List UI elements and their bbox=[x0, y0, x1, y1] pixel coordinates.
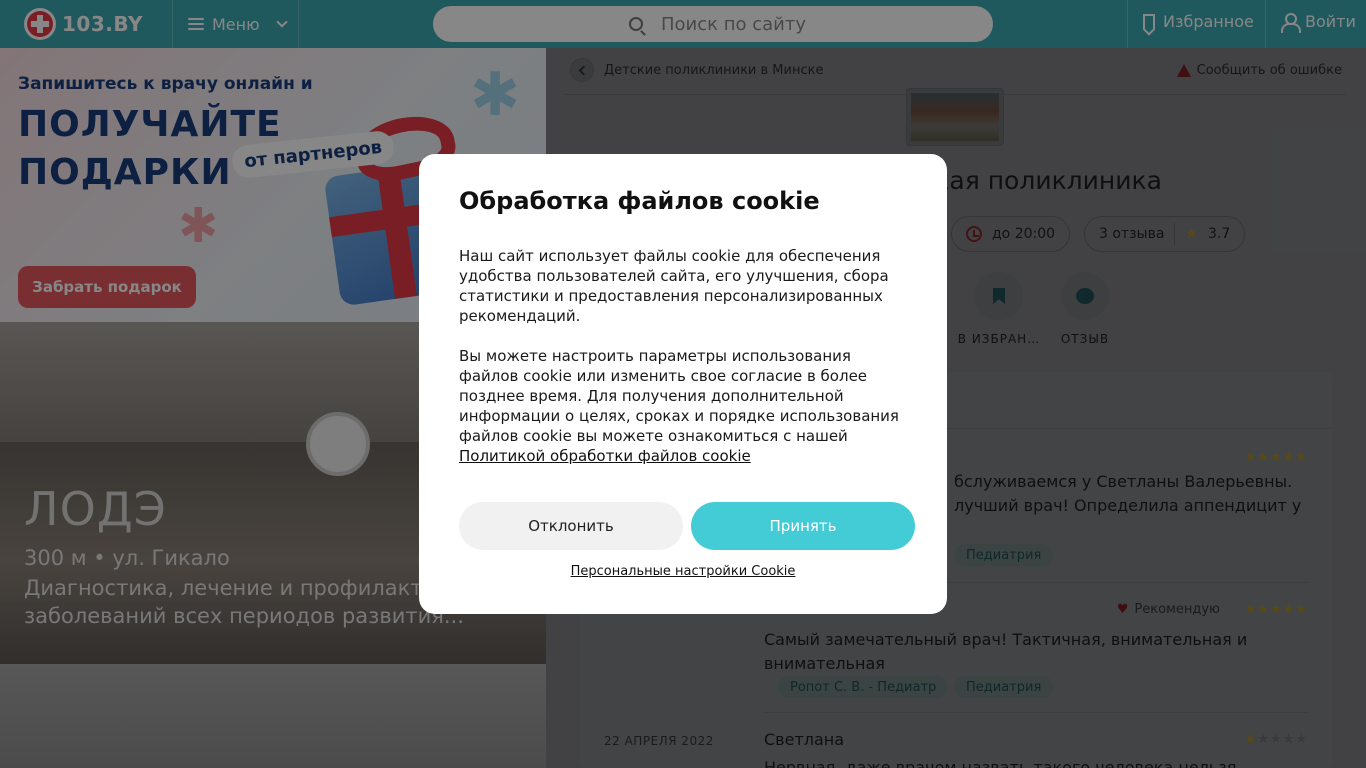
cookie-paragraph-2: Вы можете настроить параметры использова… bbox=[459, 346, 907, 466]
modal-button-row: Отклонить Принять bbox=[459, 502, 915, 550]
cookie-paragraph-2-text: Вы можете настроить параметры использова… bbox=[459, 347, 899, 445]
modal-title: Обработка файлов cookie bbox=[459, 187, 820, 215]
cookie-consent-dialog: Обработка файлов cookie Наш сайт использ… bbox=[419, 154, 947, 614]
cookie-policy-link[interactable]: Политикой обработки файлов cookie bbox=[459, 447, 751, 465]
cookie-settings-link[interactable]: Персональные настройки Cookie bbox=[419, 564, 947, 579]
decline-button[interactable]: Отклонить bbox=[459, 502, 683, 550]
accept-button[interactable]: Принять bbox=[691, 502, 915, 550]
cookie-paragraph-1: Наш сайт использует файлы cookie для обе… bbox=[459, 247, 889, 325]
